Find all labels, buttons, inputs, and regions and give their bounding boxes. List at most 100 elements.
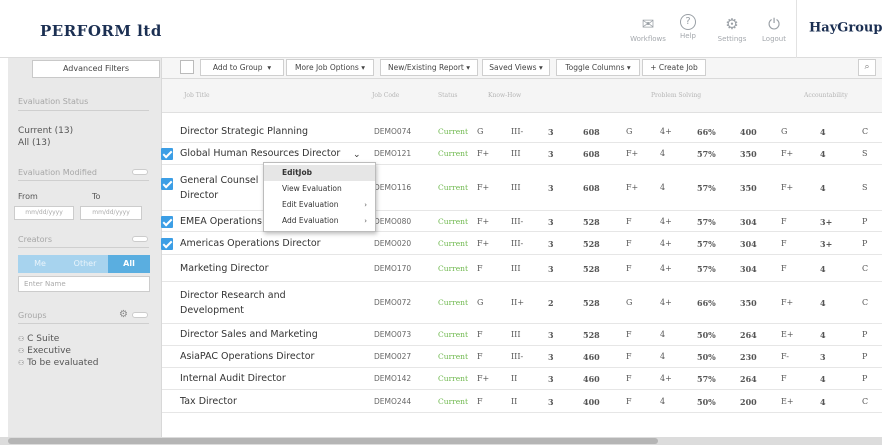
cell-ps1: F+: [626, 183, 639, 192]
menu-item-add-evaluation[interactable]: Add Evaluation ›: [264, 213, 375, 229]
cell-ac3: P: [862, 216, 868, 226]
logout-button[interactable]: ⏻ Logout: [752, 14, 796, 43]
cell-ps1: F: [626, 263, 632, 273]
menu-item-edit-job[interactable]: EditJob: [264, 165, 375, 181]
cell-psv: 264: [740, 374, 757, 384]
job-title-cell[interactable]: Development: [180, 305, 244, 316]
from-label: From: [18, 192, 38, 201]
cell-ac1: F: [781, 263, 787, 273]
horizontal-scrollbar[interactable]: [0, 437, 882, 445]
cell-ps2: 4: [660, 396, 666, 406]
evaluation-modified-toggle[interactable]: [132, 169, 148, 175]
help-label: Help: [680, 32, 696, 40]
job-title-cell[interactable]: Director Strategic Planning: [180, 126, 308, 137]
cell-ac2: 4: [820, 374, 826, 384]
cell-ac1: E+: [781, 396, 794, 406]
add-to-group-dropdown[interactable]: Add to Group ▾: [200, 59, 284, 76]
creators-toggle[interactable]: [132, 236, 148, 242]
table-row[interactable]: [162, 390, 882, 413]
settings-icon: ⚙: [725, 15, 739, 33]
cell-ac3: P: [862, 352, 868, 361]
col-know-how[interactable]: Know-How: [488, 92, 521, 99]
job-title-cell[interactable]: AsiaPAC Operations Director: [180, 351, 314, 362]
enter-name-input[interactable]: Enter Name: [18, 276, 150, 292]
cell-psv: 350: [740, 183, 757, 193]
row-checkbox-checked[interactable]: [161, 215, 173, 228]
cell-code: DEMO074: [374, 127, 412, 136]
from-date-input[interactable]: mm/dd/yyyy: [14, 206, 74, 220]
job-title-cell[interactable]: Global Human Resources Director: [180, 148, 340, 159]
cell-ps2: 4: [660, 183, 666, 192]
status-current-option[interactable]: Current (13): [18, 126, 73, 136]
col-job-code[interactable]: Job Code: [372, 92, 399, 99]
cell-kh: 608: [583, 127, 600, 137]
cell-ac1: G: [781, 127, 788, 136]
cell-kh1: G: [477, 298, 484, 307]
create-job-button[interactable]: + Create Job: [642, 59, 706, 76]
chevron-down-icon: ▾: [626, 63, 631, 72]
table-row[interactable]: [162, 255, 882, 282]
row-checkbox-checked[interactable]: [161, 148, 173, 160]
job-title-cell[interactable]: Marketing Director: [180, 263, 269, 274]
cell-kh1: F: [477, 396, 483, 406]
menu-item-edit-evaluation[interactable]: Edit Evaluation ›: [264, 197, 375, 213]
table-header: Job Title Job Code Status Know-How Probl…: [162, 79, 882, 113]
cell-ps1: F: [626, 216, 632, 226]
groups-toggle[interactable]: [132, 312, 148, 318]
group-item-c-suite[interactable]: ⚇ C Suite: [18, 334, 59, 344]
job-title-cell[interactable]: EMEA Operations: [180, 216, 262, 227]
toggle-columns-dropdown[interactable]: Toggle Columns ▾: [556, 59, 640, 76]
group-item-executive[interactable]: ⚇ Executive: [18, 346, 71, 356]
cell-code: DEMO073: [374, 330, 412, 339]
creators-label: Creators: [18, 235, 53, 244]
to-date-input[interactable]: mm/dd/yyyy: [80, 206, 142, 220]
col-accountability[interactable]: Accountability: [804, 92, 848, 99]
groups-gear-icon[interactable]: ⚙: [119, 309, 128, 320]
cell-ac2: 4: [820, 263, 826, 274]
menu-item-view-evaluation[interactable]: View Evaluation: [264, 181, 375, 197]
col-problem-solving[interactable]: Problem Solving: [651, 92, 701, 99]
job-title-cell[interactable]: Director: [180, 190, 218, 201]
settings-button[interactable]: ⚙ Settings: [710, 14, 754, 43]
cell-status: Current: [438, 352, 469, 361]
saved-views-dropdown[interactable]: Saved Views ▾: [482, 59, 550, 76]
cell-kh: 400: [583, 396, 600, 407]
search-icon[interactable]: ⌕: [858, 59, 876, 76]
chevron-right-icon: ›: [364, 217, 367, 225]
creator-all-option[interactable]: All: [108, 255, 150, 273]
row-checkbox-checked[interactable]: [161, 237, 173, 250]
job-title-cell[interactable]: Americas Operations Director: [180, 238, 321, 249]
cell-kh3: 3: [548, 263, 554, 274]
job-title-cell[interactable]: Internal Audit Director: [180, 373, 286, 384]
cell-ps: 66%: [697, 127, 716, 137]
status-all-option[interactable]: All (13): [18, 138, 51, 148]
creator-me-option[interactable]: Me: [18, 255, 62, 273]
cell-kh1: F+: [477, 238, 490, 248]
row-checkbox-checked[interactable]: [161, 178, 173, 190]
cell-kh3: 3: [548, 238, 554, 249]
cell-ps1: F: [626, 396, 632, 406]
creator-other-option[interactable]: Other: [62, 255, 108, 273]
workflows-button[interactable]: ✉ Workflows: [626, 14, 670, 43]
advanced-filters-button[interactable]: Advanced Filters: [32, 60, 160, 78]
cell-ps2: 4+: [660, 374, 672, 383]
filters-sidebar: Advanced Filters Evaluation Status Curre…: [8, 58, 162, 438]
col-job-title[interactable]: Job Title: [184, 92, 210, 99]
cell-code: DEMO142: [374, 374, 412, 383]
group-item-to-be-evaluated[interactable]: ⚇ To be evaluated: [18, 358, 98, 368]
row-menu-chevron-icon[interactable]: ⌄: [353, 150, 361, 160]
cell-ps1: G: [626, 298, 633, 307]
help-button[interactable]: ? Help: [666, 14, 710, 40]
cell-kh2: III: [511, 330, 521, 339]
cell-ac3: S: [862, 149, 868, 158]
job-title-cell[interactable]: Tax Director: [180, 396, 237, 407]
scrollbar-thumb[interactable]: [8, 438, 658, 444]
new-existing-report-dropdown[interactable]: New/Existing Report ▾: [380, 59, 478, 76]
job-title-cell[interactable]: General Counsel: [180, 175, 258, 186]
job-title-cell[interactable]: Director Sales and Marketing: [180, 329, 318, 340]
col-status[interactable]: Status: [438, 92, 457, 99]
more-job-options-dropdown[interactable]: More Job Options ▾: [286, 59, 374, 76]
job-title-cell[interactable]: Director Research and: [180, 290, 286, 301]
select-all-checkbox[interactable]: [180, 60, 194, 74]
group-icon: ⚇: [18, 347, 25, 355]
